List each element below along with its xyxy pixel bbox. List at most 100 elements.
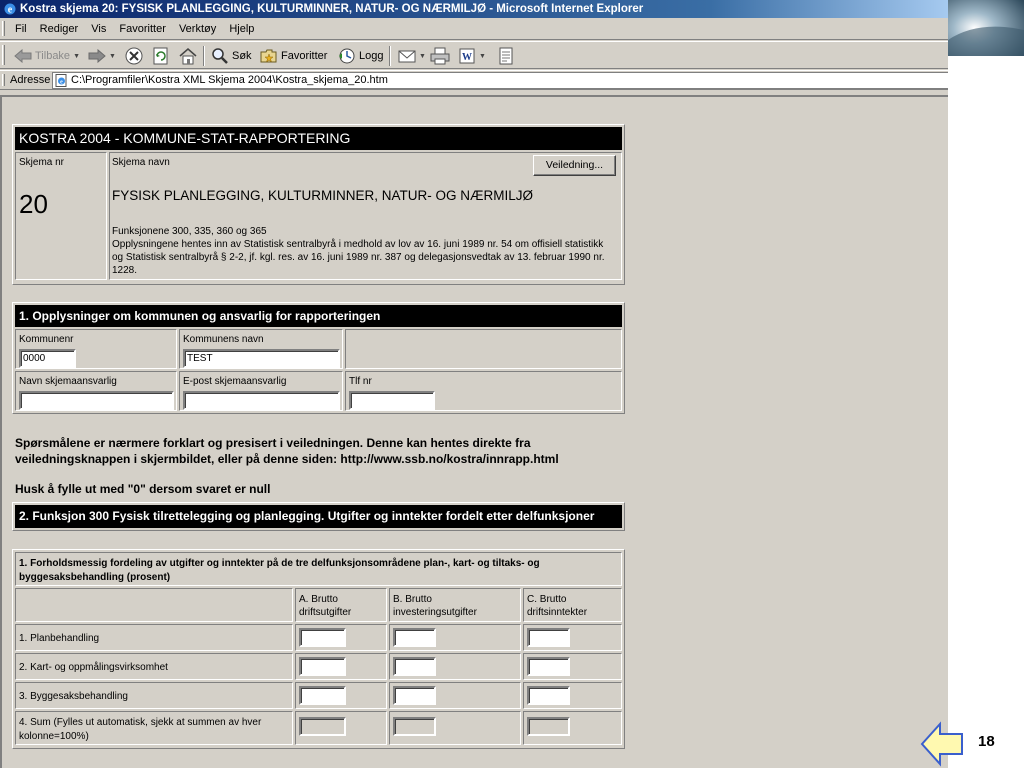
svg-text:e: e xyxy=(8,5,13,16)
mail-icon xyxy=(398,50,416,63)
mail-dropdown-icon[interactable]: ▼ xyxy=(419,53,426,60)
history-button[interactable]: Logg xyxy=(338,45,383,67)
back-arrow-icon xyxy=(14,49,32,63)
mail-button[interactable]: ▼ xyxy=(398,45,426,67)
description-line: og Statistisk sentralbyrå § 2-2, jf. kgl… xyxy=(112,252,605,263)
favorites-button[interactable]: Favoritter xyxy=(260,45,327,67)
toolbar-grip[interactable] xyxy=(2,45,5,65)
addressbar-grip[interactable] xyxy=(2,74,5,86)
column-header-line: B. Brutto xyxy=(393,594,432,605)
address-bar: Adresse e C:\Programfiler\Kostra XML Skj… xyxy=(0,70,948,90)
sum-a-field xyxy=(299,717,346,736)
ie-page-icon: e xyxy=(55,74,67,87)
schema-description: Funksjonene 300, 335, 360 og 365 Opplysn… xyxy=(112,225,622,277)
back-button[interactable]: Tilbake ▼ xyxy=(14,45,80,67)
row3-c-input[interactable] xyxy=(527,686,570,705)
favorites-folder-icon xyxy=(260,49,277,63)
info-line-2: veiledningsknappen i skjermbildet, eller… xyxy=(15,452,559,466)
svg-text:e: e xyxy=(60,80,63,86)
schema-nr-value: 20 xyxy=(19,189,48,219)
stop-button[interactable] xyxy=(125,45,143,67)
menu-hjelp[interactable]: Hjelp xyxy=(224,18,259,40)
slide-margin: 18 xyxy=(920,0,1024,768)
stop-icon xyxy=(125,47,143,65)
table-row-label: 3. Byggesaksbehandling xyxy=(15,682,293,709)
reminder-text: Husk å fylle ut med "0" dersom svaret er… xyxy=(15,482,271,496)
window-title: Kostra skjema 20: FYSISK PLANLEGGING, KU… xyxy=(20,3,644,15)
edit-word-button[interactable]: W ▼ xyxy=(458,45,486,67)
epost-cell: E-post skjemaansvarlig xyxy=(179,371,343,411)
menu-bar: Fil Rediger Vis Favoritter Verktøy Hjelp xyxy=(0,18,948,40)
menu-fil[interactable]: Fil xyxy=(10,18,32,40)
edit-dropdown-icon[interactable]: ▼ xyxy=(479,53,486,60)
back-arrow-icon[interactable] xyxy=(920,720,964,768)
table-cell xyxy=(295,682,387,709)
kommunenr-input[interactable]: 0000 xyxy=(19,349,76,368)
discuss-button[interactable] xyxy=(497,45,515,67)
row3-a-input[interactable] xyxy=(299,686,346,705)
back-dropdown-icon[interactable]: ▼ xyxy=(73,53,80,60)
question1-title: 1. Forholdsmessig fordeling av utgifter … xyxy=(19,557,540,585)
ansvarlig-input[interactable] xyxy=(19,391,174,410)
tlf-label: Tlf nr xyxy=(349,376,372,387)
address-label: Adresse xyxy=(10,74,51,86)
tlf-cell: Tlf nr xyxy=(345,371,622,411)
page-number: 18 xyxy=(978,733,995,750)
forward-arrow-icon xyxy=(88,49,106,63)
menu-vis[interactable]: Vis xyxy=(86,18,111,40)
table-cell xyxy=(389,653,521,680)
kommunenavn-input[interactable]: TEST xyxy=(183,349,340,368)
search-button[interactable]: Søk xyxy=(211,45,252,67)
svg-text:W: W xyxy=(462,52,472,63)
back-label: Tilbake xyxy=(35,50,71,62)
question1-title-line: byggesaksbehandling (prosent) xyxy=(19,572,171,583)
column-header-b: B. Brutto investeringsutgifter xyxy=(389,588,521,622)
menubar-grip[interactable] xyxy=(2,21,5,36)
table-cell xyxy=(295,624,387,651)
print-button[interactable] xyxy=(430,45,450,67)
menu-rediger[interactable]: Rediger xyxy=(35,18,84,40)
menu-favoritter[interactable]: Favoritter xyxy=(114,18,170,40)
section1-panel: 1. Opplysninger om kommunen og ansvarlig… xyxy=(12,302,625,414)
question1-panel: 1. Forholdsmessig fordeling av utgifter … xyxy=(12,549,625,749)
row1-c-input[interactable] xyxy=(527,628,570,647)
guide-button[interactable]: Veiledning... xyxy=(533,155,616,176)
schema-name-label: Skjema navn xyxy=(112,157,170,168)
discuss-icon xyxy=(499,47,513,65)
column-header-line: driftsutgifter xyxy=(299,607,352,618)
row2-b-input[interactable] xyxy=(393,657,436,676)
row1-b-input[interactable] xyxy=(393,628,436,647)
question1-title-line: 1. Forholdsmessig fordeling av utgifter … xyxy=(19,558,540,569)
menu-verktoy[interactable]: Verktøy xyxy=(174,18,221,40)
forward-dropdown-icon[interactable]: ▼ xyxy=(109,53,116,60)
refresh-button[interactable] xyxy=(152,45,170,67)
home-button[interactable] xyxy=(178,45,198,67)
table-cell xyxy=(523,653,622,680)
standard-toolbar: Tilbake ▼ ▼ Søk Favoritter Logg ▼ W ▼ xyxy=(0,41,948,69)
search-label: Søk xyxy=(232,50,252,62)
row2-a-input[interactable] xyxy=(299,657,346,676)
tlf-input[interactable] xyxy=(349,391,435,410)
form-header-panel: KOSTRA 2004 - KOMMUNE-STAT-RAPPORTERING … xyxy=(12,124,625,285)
schema-nr-label: Skjema nr xyxy=(19,157,65,168)
row3-b-input[interactable] xyxy=(393,686,436,705)
row-label-sum-line: kolonne=100%) xyxy=(19,731,89,742)
column-header-line: investeringsutgifter xyxy=(393,607,477,618)
row2-c-input[interactable] xyxy=(527,657,570,676)
table-cell xyxy=(523,624,622,651)
forward-button[interactable]: ▼ xyxy=(88,45,116,67)
epost-label: E-post skjemaansvarlig xyxy=(183,376,287,387)
address-input[interactable]: e C:\Programfiler\Kostra XML Skjema 2004… xyxy=(52,72,948,89)
row1-a-input[interactable] xyxy=(299,628,346,647)
column-header-a: A. Brutto driftsutgifter xyxy=(295,588,387,622)
table-cell xyxy=(389,624,521,651)
address-value: C:\Programfiler\Kostra XML Skjema 2004\K… xyxy=(71,74,388,86)
epost-input[interactable] xyxy=(183,391,340,410)
row-label-sum: 4. Sum (Fylles ut automatisk, sjekk at s… xyxy=(19,716,261,744)
section1-title: 1. Opplysninger om kommunen og ansvarlig… xyxy=(15,305,622,327)
search-icon xyxy=(212,48,228,64)
print-icon xyxy=(430,47,450,65)
browser-window: e Kostra skjema 20: FYSISK PLANLEGGING, … xyxy=(0,0,948,768)
ie-logo-icon: e xyxy=(4,3,16,16)
table-cell xyxy=(523,711,622,745)
